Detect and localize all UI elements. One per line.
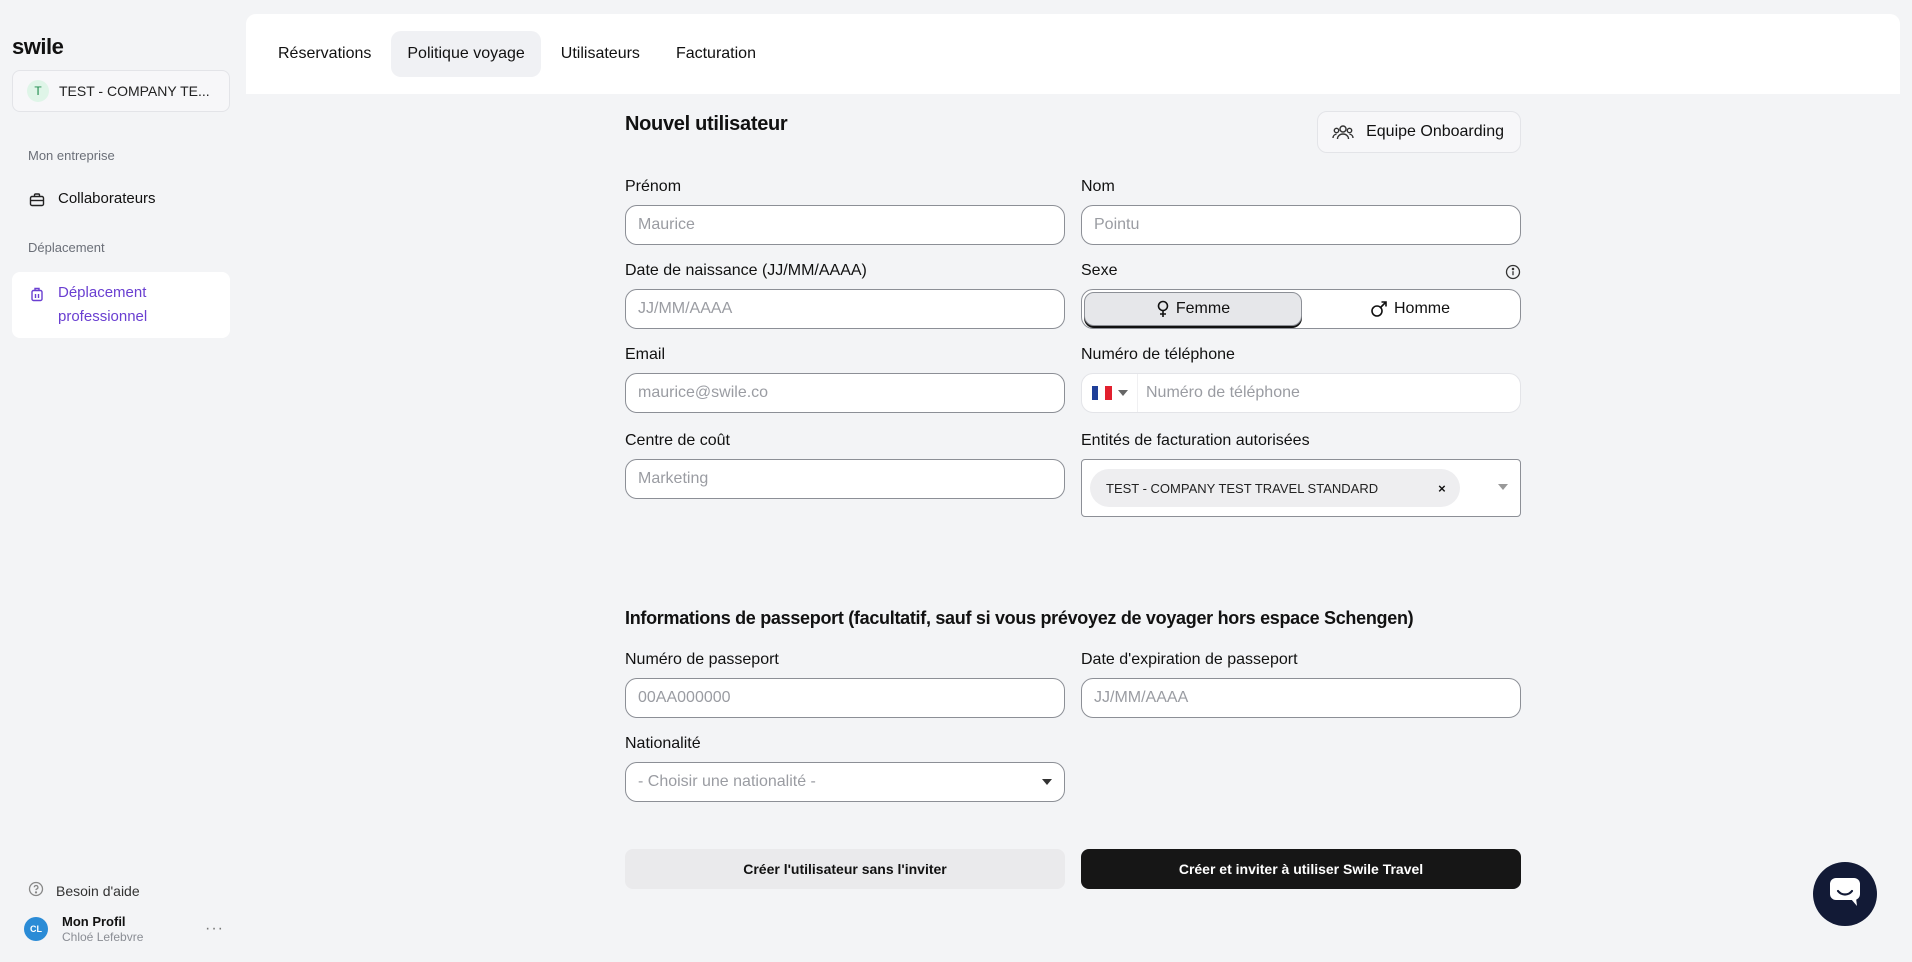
sex-option-female[interactable]: Femme (1084, 292, 1302, 326)
profile-user-name: Chloé Lefebvre (62, 930, 144, 944)
passport-number-label: Numéro de passeport (625, 651, 779, 668)
france-flag-icon (1091, 386, 1112, 400)
chevron-down-icon (1042, 779, 1052, 785)
birthdate-input[interactable] (638, 300, 1052, 318)
passport-expiry-input[interactable] (1094, 689, 1508, 707)
female-icon (1156, 300, 1170, 318)
tab-travel-policy[interactable]: Politique voyage (391, 31, 541, 77)
sidebar-item-label: Collaborateurs (58, 190, 156, 207)
profile-menu[interactable]: CL Mon Profil Chloé Lefebvre ··· (24, 914, 224, 944)
email-label: Email (625, 346, 666, 363)
profile-title: Mon Profil (62, 914, 126, 929)
passport-number-field: Numéro de passeport (625, 651, 1065, 718)
first-name-field: Prénom (625, 178, 1065, 245)
first-name-label: Prénom (625, 178, 682, 195)
sex-option-male[interactable]: Homme (1302, 292, 1518, 326)
email-field: Email (625, 346, 1065, 413)
nationality-field: Nationalité - Choisir une nationalité - (625, 735, 1065, 802)
phone-input[interactable] (1146, 384, 1506, 402)
passport-expiry-field: Date d'expiration de passeport (1081, 651, 1521, 718)
close-icon[interactable]: × (1438, 481, 1446, 496)
billing-entity-chip-label: TEST - COMPANY TEST TRAVEL STANDARD (1106, 480, 1379, 496)
create-without-invite-button[interactable]: Créer l'utilisateur sans l'inviter (625, 849, 1065, 889)
help-circle-icon (28, 881, 44, 900)
billing-entities-select[interactable]: TEST - COMPANY TEST TRAVEL STANDARD × (1081, 459, 1521, 517)
phone-field: Numéro de téléphone (1081, 346, 1521, 413)
cost-center-label: Centre de coût (625, 432, 730, 449)
email-input[interactable] (638, 384, 1052, 402)
sex-option-female-label: Femme (1175, 300, 1231, 317)
sidebar-item-business-travel[interactable]: Déplacement professionnel (12, 272, 230, 338)
passport-expiry-label: Date d'expiration de passeport (1081, 651, 1298, 668)
create-and-invite-button[interactable]: Créer et inviter à utiliser Swile Travel (1081, 849, 1521, 889)
nationality-placeholder: - Choisir une nationalité - (638, 773, 816, 790)
birthdate-label: Date de naissance (JJ/MM/AAAA) (625, 262, 867, 279)
last-name-label: Nom (1081, 178, 1115, 195)
avatar: CL (24, 917, 48, 941)
chat-button[interactable] (1813, 862, 1877, 926)
sex-label: Sexe (1081, 262, 1118, 279)
cost-center-field: Centre de coût (625, 432, 1065, 499)
swile-logo[interactable]: swile (12, 34, 64, 60)
billing-entities-label: Entités de facturation autorisées (1081, 432, 1310, 449)
cost-center-input[interactable] (638, 470, 1052, 488)
birthdate-field: Date de naissance (JJ/MM/AAAA) (625, 262, 1065, 329)
page-title: Nouvel utilisateur (625, 113, 788, 135)
sex-toggle: Femme Homme (1081, 289, 1521, 329)
help-label: Besoin d'aide (56, 882, 140, 899)
nationality-select[interactable]: - Choisir une nationalité - (625, 762, 1065, 802)
top-nav: Réservations Politique voyage Utilisateu… (246, 14, 1900, 94)
sidebar-item-collaborators[interactable]: Collaborateurs (12, 190, 230, 209)
tab-reservations[interactable]: Réservations (262, 31, 387, 77)
passport-section-title: Informations de passeport (facultatif, s… (625, 608, 1414, 628)
sex-field: Sexe Femme Homme (1081, 262, 1521, 329)
company-selector[interactable]: T TEST - COMPANY TE... (12, 70, 230, 112)
sex-option-male-label: Homme (1393, 300, 1450, 317)
sidebar: swile T TEST - COMPANY TE... Mon entrepr… (0, 0, 240, 962)
team-selector-button[interactable]: Equipe Onboarding (1317, 111, 1521, 153)
help-link[interactable]: Besoin d'aide (28, 881, 140, 900)
last-name-input[interactable] (1094, 216, 1508, 234)
phone-label: Numéro de téléphone (1081, 346, 1235, 363)
male-icon (1370, 300, 1388, 318)
tab-users[interactable]: Utilisateurs (545, 31, 656, 77)
chat-bubble-icon (1829, 877, 1861, 912)
sidebar-item-label-line2: professionnel (58, 308, 148, 325)
suitcase-icon (28, 285, 46, 303)
country-code-selector[interactable] (1082, 374, 1138, 412)
billing-entity-chip: TEST - COMPANY TEST TRAVEL STANDARD × (1090, 469, 1460, 507)
billing-entities-field: Entités de facturation autorisées TEST -… (1081, 432, 1521, 517)
company-badge: T (27, 80, 49, 102)
company-name: TEST - COMPANY TE... (59, 83, 210, 99)
last-name-field: Nom (1081, 178, 1521, 245)
section-label-travel: Déplacement (28, 240, 105, 255)
team-selector-label: Equipe Onboarding (1366, 123, 1504, 140)
section-label-enterprise: Mon entreprise (28, 148, 115, 163)
nationality-label: Nationalité (625, 735, 701, 752)
briefcase-icon (28, 191, 46, 209)
info-icon[interactable] (1505, 264, 1521, 285)
tab-billing[interactable]: Facturation (660, 31, 772, 77)
passport-number-input[interactable] (638, 689, 1052, 707)
sidebar-item-label: Déplacement professionnel (58, 281, 147, 329)
sidebar-item-label-line1: Déplacement (58, 284, 147, 301)
users-group-icon (1332, 123, 1354, 141)
first-name-input[interactable] (638, 216, 1052, 234)
chevron-down-icon (1117, 390, 1128, 396)
more-options-icon[interactable]: ··· (205, 920, 224, 938)
chevron-down-icon[interactable] (1498, 484, 1508, 490)
